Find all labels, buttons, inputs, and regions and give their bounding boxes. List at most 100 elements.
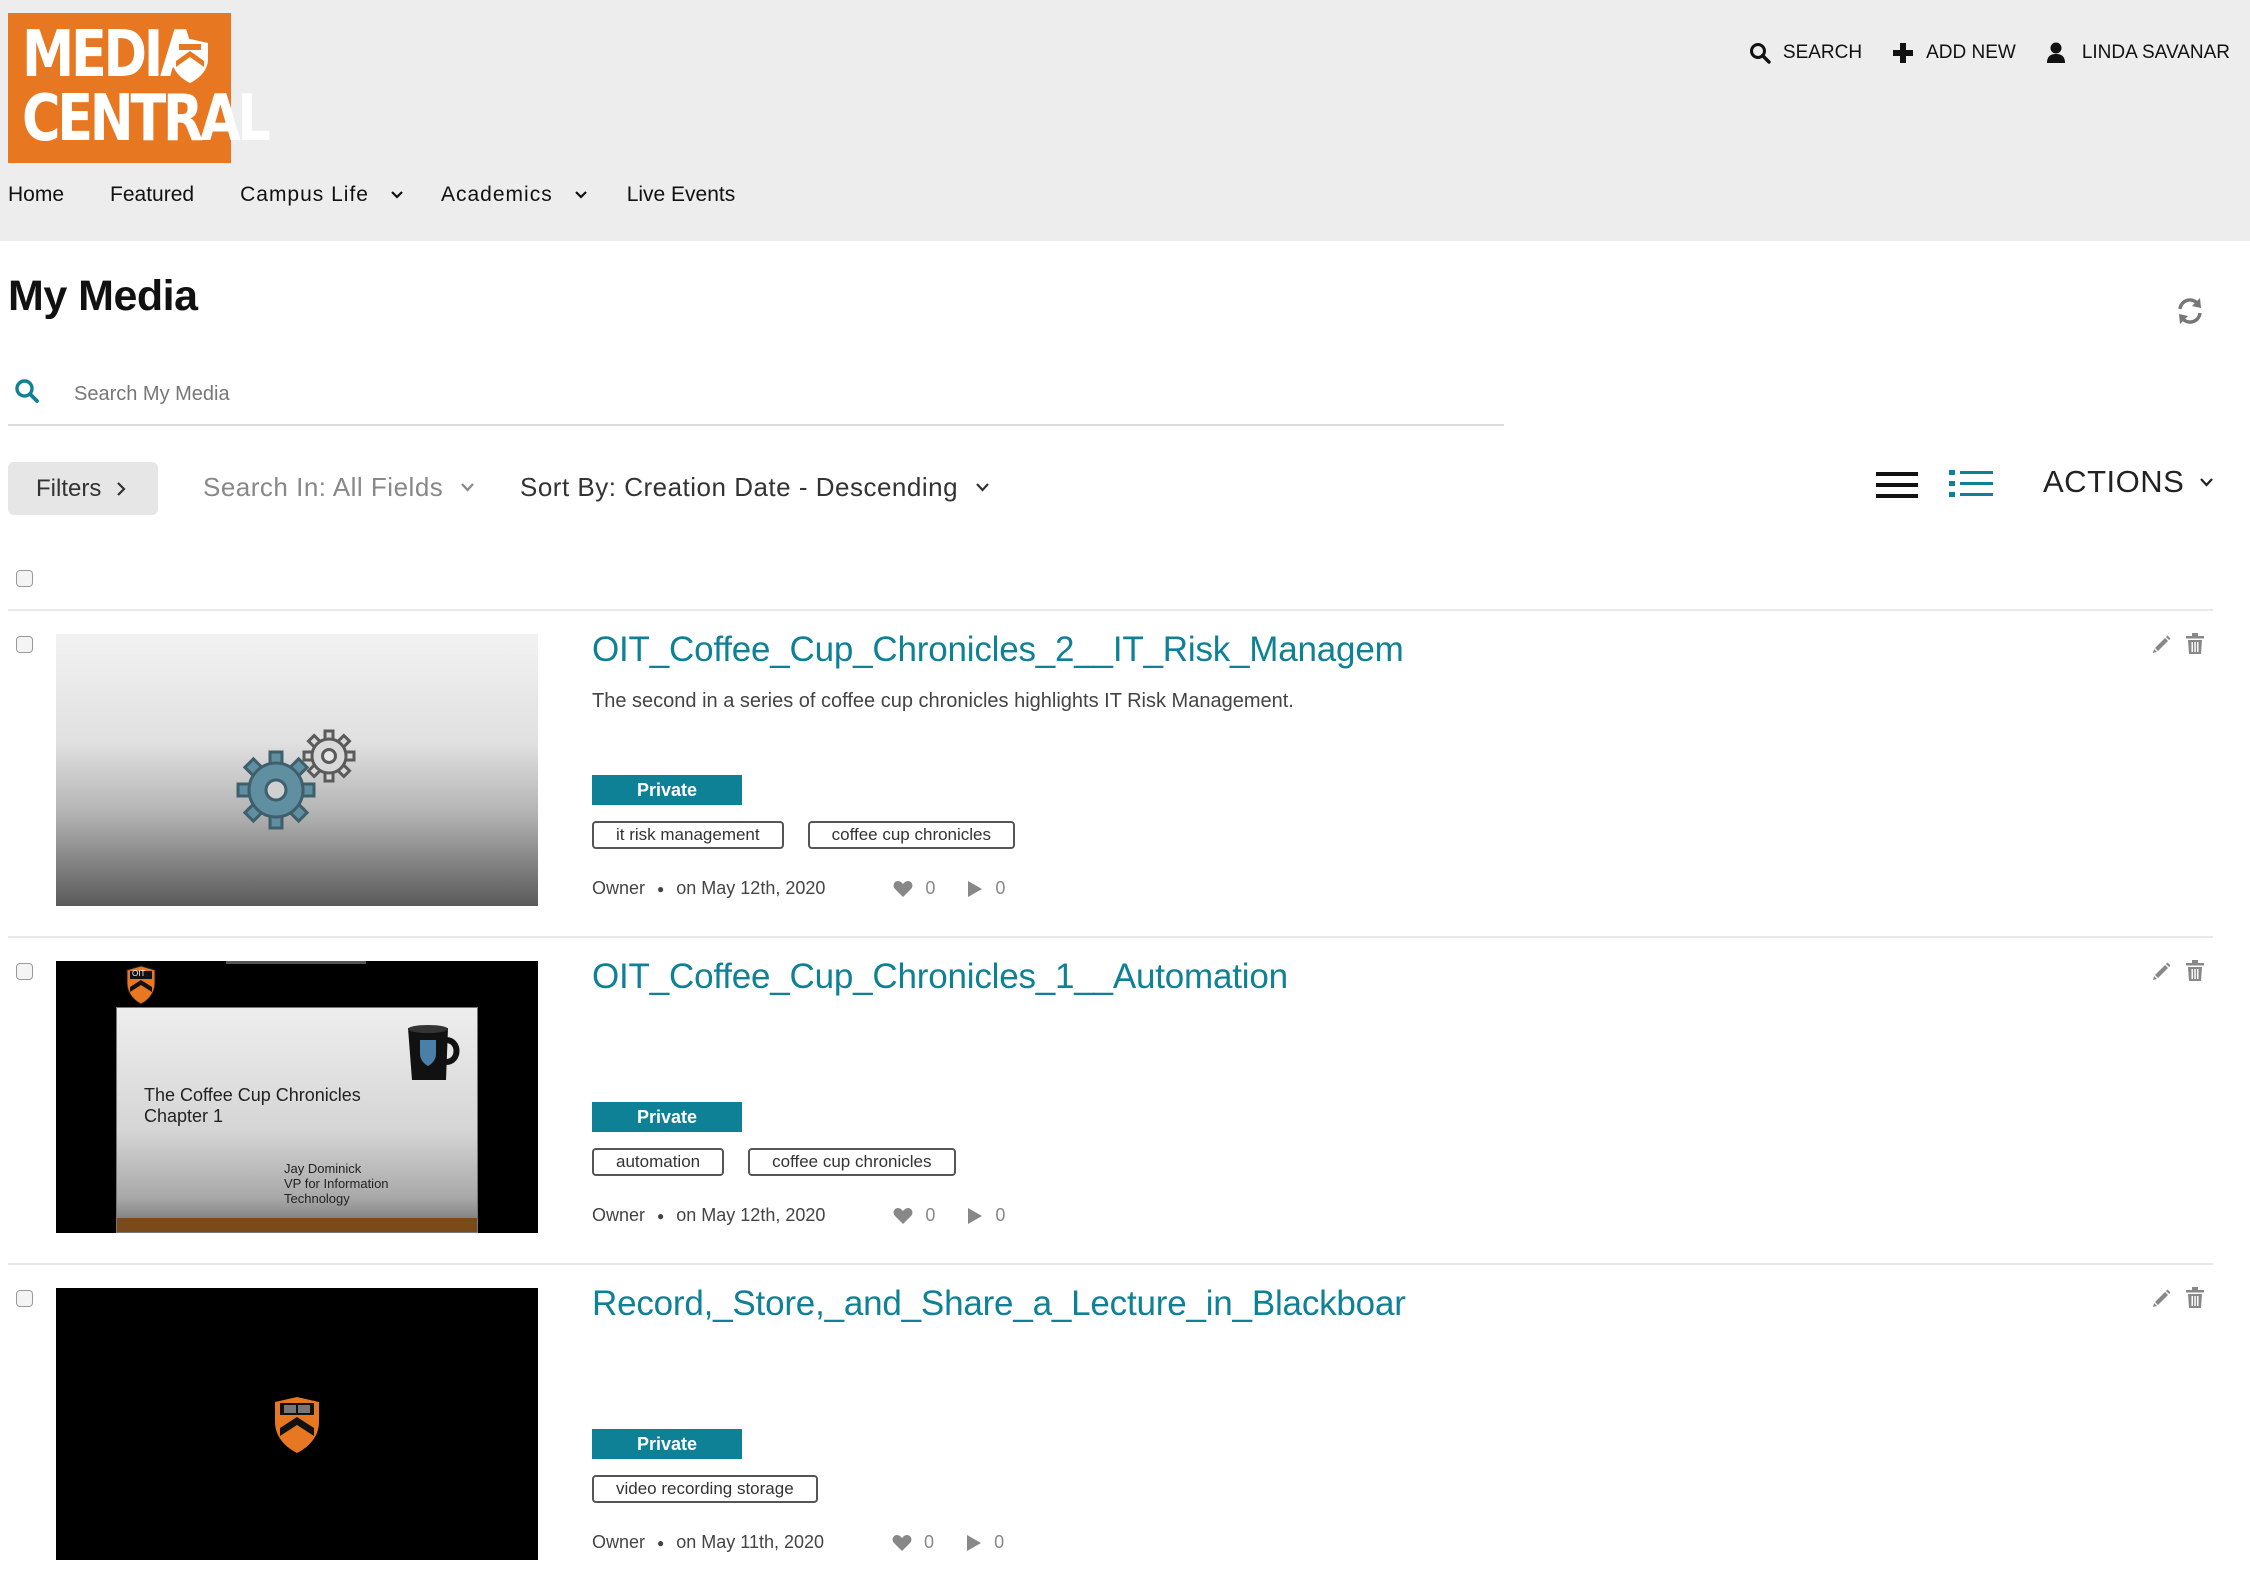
chevron-down-icon (461, 483, 475, 492)
entry-owner: Owner (592, 878, 646, 898)
nav-academics[interactable]: Academics (441, 183, 587, 207)
actions-dropdown[interactable]: ACTIONS (2043, 464, 2214, 500)
chevron-down-icon (976, 483, 989, 492)
tag[interactable]: video recording storage (592, 1475, 818, 1503)
plays-stat: 0 (967, 878, 1005, 899)
slide-presenter-line-2: VP for Information (284, 1176, 389, 1191)
media-entry: Record,_Store,_and_Share_a_Lecture_in_Bl… (0, 1264, 2250, 1590)
entry-thumbnail[interactable] (56, 1288, 538, 1560)
heart-icon (893, 1207, 913, 1224)
search-icon (1749, 43, 1771, 64)
likes-count: 0 (925, 1205, 936, 1225)
chevron-down-icon (2200, 477, 2214, 487)
heart-icon (892, 1534, 912, 1551)
entry-checkbox[interactable] (16, 1290, 33, 1307)
tag[interactable]: automation (592, 1148, 725, 1176)
entry-description: The second in a series of coffee cup chr… (592, 690, 1294, 712)
actions-label: ACTIONS (2043, 464, 2185, 499)
entry-meta: Owner ● on May 12th, 2020 0 0 (592, 878, 1005, 899)
chevron-down-icon (391, 191, 403, 199)
entry-tags: automation coffee cup chronicles (592, 1148, 980, 1176)
entry-title[interactable]: OIT_Coffee_Cup_Chronicles_1__Automation (592, 957, 1288, 997)
slide-bottom-bar (117, 1218, 477, 1232)
plays-count: 0 (995, 1205, 1006, 1225)
slide-heading-line-1: The Coffee Cup Chronicles (144, 1085, 361, 1105)
plays-count: 0 (994, 1532, 1005, 1552)
slide-presenter-line-1: Jay Dominick (284, 1161, 362, 1176)
filters-button[interactable]: Filters (8, 462, 158, 515)
nav-live-events-label: Live Events (626, 183, 736, 206)
trash-icon[interactable] (2186, 960, 2204, 981)
nav-featured[interactable]: Featured (110, 183, 194, 207)
nav-home-label: Home (8, 183, 65, 206)
entry-date: on May 11th, 2020 (676, 1532, 825, 1552)
sort-by-dropdown[interactable]: Sort By: Creation Date - Descending (520, 472, 989, 503)
likes-count: 0 (925, 878, 936, 898)
media-entry: OIT_Coffee_Cup_Chronicles_2__IT_Risk_Man… (0, 610, 2250, 936)
search-input[interactable] (74, 372, 1474, 416)
nav-academics-label: Academics (440, 183, 553, 206)
entry-checkbox[interactable] (16, 636, 33, 653)
compact-list-view-icon[interactable] (1876, 470, 1918, 500)
search-link[interactable]: SEARCH (1749, 42, 1862, 64)
entry-thumbnail[interactable] (56, 634, 538, 906)
princeton-shield-icon (275, 1397, 319, 1453)
play-icon (967, 1534, 982, 1551)
likes-stat: 0 (892, 1532, 934, 1553)
search-in-dropdown[interactable]: Search In: All Fields (203, 472, 475, 503)
nav-home[interactable]: Home (8, 183, 64, 207)
entry-checkbox[interactable] (16, 963, 33, 980)
page-title: My Media (8, 272, 198, 320)
slide-presenter-line-3: Technology (284, 1191, 350, 1206)
site-header: MEDIA CENTRAL SEARCH ADD NEW LINDA SAVAN… (0, 0, 2250, 241)
tag[interactable]: coffee cup chronicles (807, 821, 1016, 849)
user-icon (2046, 42, 2065, 63)
pencil-icon[interactable] (2152, 961, 2172, 981)
trash-icon[interactable] (2186, 633, 2204, 654)
thumbnail-top-bar (226, 961, 366, 964)
pencil-icon[interactable] (2152, 1288, 2172, 1308)
trash-icon[interactable] (2186, 1287, 2204, 1308)
tag[interactable]: it risk management (592, 821, 784, 849)
top-utility-nav: SEARCH ADD NEW LINDA SAVANAR (1719, 36, 2230, 70)
nav-campus-life-label: Campus Life (240, 183, 369, 206)
entry-tags: it risk management coffee cup chronicles (592, 821, 1039, 849)
princeton-shield-icon (172, 39, 208, 83)
entry-title[interactable]: Record,_Store,_and_Share_a_Lecture_in_Bl… (592, 1284, 1406, 1324)
my-media-search (8, 368, 1504, 426)
refresh-icon[interactable] (2175, 296, 2205, 326)
play-icon (968, 1207, 983, 1224)
likes-count: 0 (924, 1532, 935, 1552)
pencil-icon[interactable] (2152, 634, 2172, 654)
oit-badge-text: OIT (132, 969, 146, 978)
privacy-badge: Private (592, 1429, 742, 1459)
plus-icon (1893, 43, 1914, 63)
nav-featured-label: Featured (110, 183, 195, 206)
nav-campus-life[interactable]: Campus Life (240, 183, 403, 207)
user-name: LINDA SAVANAR (2081, 42, 2230, 63)
search-icon[interactable] (14, 378, 40, 404)
logo-line-2: CENTRAL (22, 82, 271, 156)
select-all-checkbox[interactable] (16, 570, 33, 587)
slide-heading: The Coffee Cup Chronicles Chapter 1 (144, 1085, 361, 1127)
media-central-logo[interactable]: MEDIA CENTRAL (8, 13, 271, 163)
likes-stat: 0 (893, 878, 935, 899)
meta-separator: ● (657, 1535, 665, 1550)
tag[interactable]: coffee cup chronicles (748, 1148, 956, 1176)
chevron-right-icon (117, 481, 126, 496)
privacy-badge: Private (592, 1102, 742, 1132)
slide-heading-line-2: Chapter 1 (144, 1106, 224, 1126)
coffee-mug-icon (408, 1025, 460, 1080)
add-new-link[interactable]: ADD NEW (1892, 42, 2016, 64)
nav-live-events[interactable]: Live Events (627, 183, 736, 207)
detailed-list-view-icon[interactable] (1949, 468, 1993, 500)
user-menu[interactable]: LINDA SAVANAR (2046, 42, 2230, 64)
add-new-label: ADD NEW (1926, 42, 2016, 63)
plays-stat: 0 (967, 1205, 1005, 1226)
entry-meta: Owner ● on May 11th, 2020 0 0 (592, 1532, 1004, 1553)
heart-icon (893, 880, 913, 897)
entry-owner: Owner (592, 1532, 646, 1552)
entry-thumbnail[interactable]: OIT The Coffee Cup Chronicles Chapter 1 … (56, 961, 538, 1233)
entry-title[interactable]: OIT_Coffee_Cup_Chronicles_2__IT_Risk_Man… (592, 630, 1404, 670)
media-entry: OIT The Coffee Cup Chronicles Chapter 1 … (0, 937, 2250, 1263)
